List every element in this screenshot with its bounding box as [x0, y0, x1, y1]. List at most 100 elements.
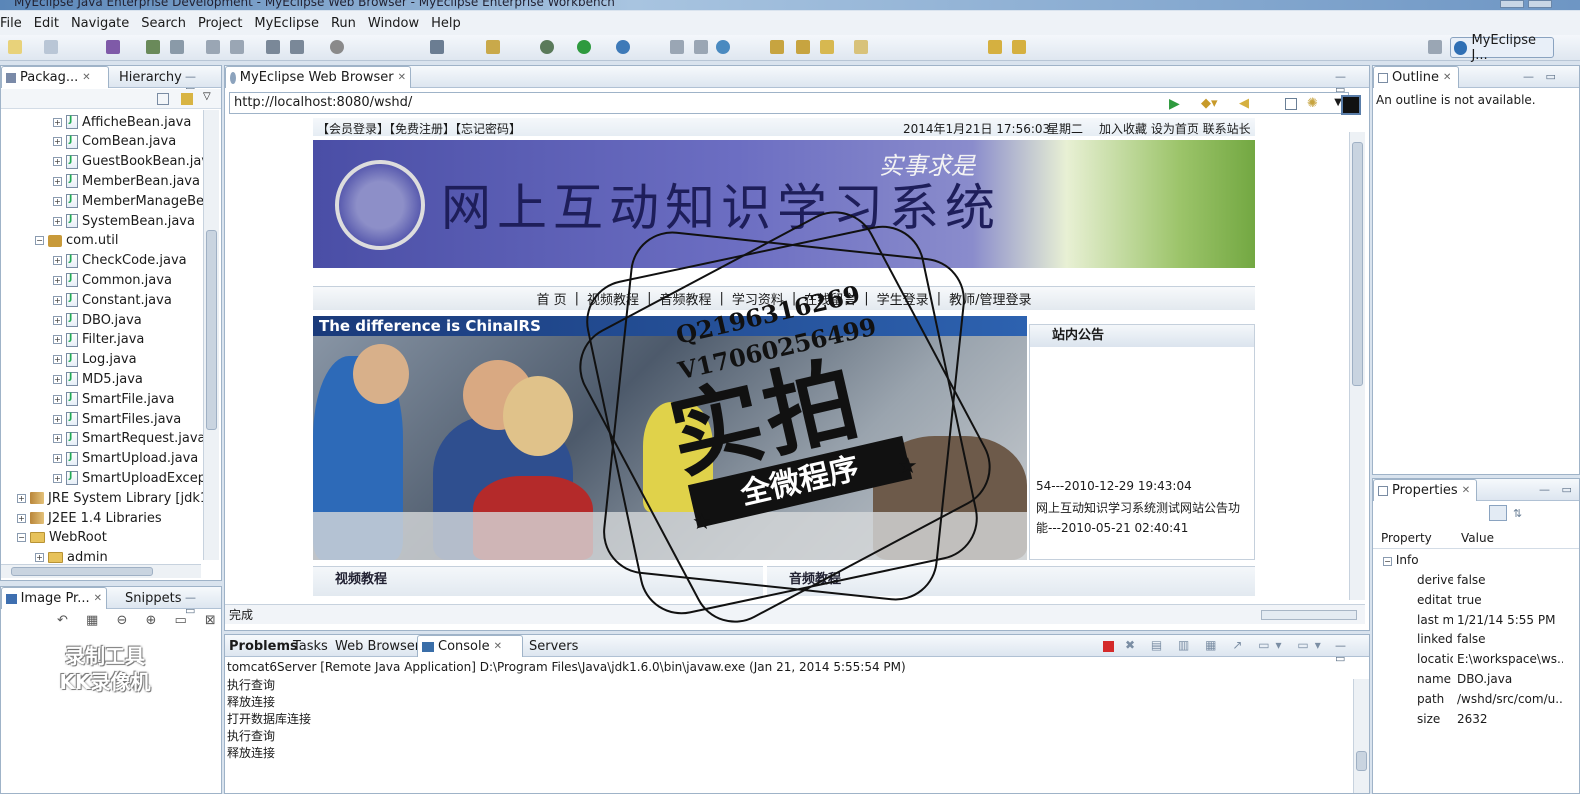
minimize-maximize-icons[interactable]: — ▭ — [1523, 70, 1560, 83]
db2-icon[interactable] — [290, 40, 304, 54]
grid-icon[interactable] — [694, 40, 708, 54]
run-icon[interactable] — [577, 40, 591, 54]
server-icon[interactable] — [170, 40, 184, 54]
property-row[interactable]: name DBO.java — [1373, 672, 1563, 692]
notice-item[interactable]: 网上互动知识学习系统测试网站公告功 — [1036, 499, 1240, 516]
property-row[interactable]: linked false — [1373, 632, 1563, 652]
properties-group[interactable]: − Info — [1383, 553, 1419, 567]
property-row[interactable]: size 2632 — [1373, 712, 1563, 732]
notice-item[interactable]: 54---2010-12-29 19:43:04 — [1036, 479, 1192, 493]
nav-home[interactable]: 首 页 — [533, 289, 571, 308]
menu-myeclipse[interactable]: MyEclipse — [248, 16, 325, 31]
close-icon[interactable]: ✕ — [1462, 485, 1470, 496]
package-tree-hscrollbar[interactable] — [1, 564, 201, 578]
back-icon[interactable]: ◆▾ — [1201, 96, 1218, 111]
nav-materials[interactable]: 学习资料 — [728, 289, 788, 308]
collapse-icon[interactable]: − — [1383, 557, 1392, 566]
tree-item[interactable]: + Constant.java — [53, 290, 172, 310]
expand-icon[interactable]: + — [53, 256, 62, 266]
globe-icon[interactable] — [330, 40, 344, 54]
tree-item[interactable]: + SmartUploadExcept — [53, 468, 205, 488]
property-row[interactable]: derive false — [1373, 573, 1563, 593]
console-toolbar-icons[interactable]: ✖ ▤ ▥ ▦ ↗ ▭▾ ▭▾ — [1125, 638, 1327, 652]
open-type-icon[interactable] — [430, 40, 444, 54]
search-folder-icon[interactable] — [820, 40, 834, 54]
web-page-scrollbar[interactable] — [1349, 132, 1365, 600]
expand-icon[interactable]: + — [53, 176, 62, 186]
image-preview-toolbar[interactable]: ↶ ▦ ⊖ ⊕ ▭ ⊠ ▽ — [57, 613, 251, 628]
open-perspective-icon[interactable] — [1428, 40, 1442, 54]
menu-edit[interactable]: Edit — [28, 16, 65, 31]
expand-icon[interactable]: + — [53, 374, 62, 384]
perspective-switcher[interactable]: MyEclipse J... — [1450, 33, 1554, 63]
jar-icon[interactable] — [106, 40, 120, 54]
menu-project[interactable]: Project — [192, 16, 248, 31]
terminate-icon[interactable] — [1103, 641, 1114, 652]
package-tree-scrollbar[interactable] — [203, 110, 219, 560]
expand-icon[interactable]: + — [53, 434, 62, 444]
task-icon[interactable] — [670, 40, 684, 54]
deploy-icon[interactable] — [146, 40, 160, 54]
tab-hierarchy[interactable]: Hierarchy — [115, 66, 186, 88]
expand-icon[interactable]: + — [53, 394, 62, 404]
expand-icon[interactable]: − — [35, 236, 44, 246]
expand-icon[interactable]: + — [53, 473, 62, 483]
collapse-all-icon[interactable] — [157, 93, 169, 105]
tree-item[interactable]: + Common.java — [53, 270, 172, 290]
tree-item[interactable]: + MD5.java — [53, 369, 143, 389]
nav-video[interactable]: 视频教程 — [583, 289, 643, 308]
forward-nav-icon[interactable] — [1012, 40, 1026, 54]
console-scrollbar[interactable] — [1353, 679, 1369, 793]
menu-file[interactable]: File — [0, 16, 28, 31]
close-icon[interactable]: ✕ — [494, 641, 502, 652]
filter-icon[interactable]: ⇅ — [1513, 507, 1522, 520]
back-nav-icon[interactable] — [988, 40, 1002, 54]
tree-item[interactable]: + CheckCode.java — [53, 251, 187, 271]
expand-icon[interactable]: + — [35, 553, 44, 563]
tree-item[interactable]: + SmartUpload.java — [53, 449, 198, 469]
tab-properties[interactable]: Properties ✕ — [1373, 479, 1477, 501]
tree-item[interactable]: + SmartFiles.java — [53, 409, 181, 429]
close-icon[interactable]: ✕ — [94, 593, 102, 604]
menu-window[interactable]: Window — [362, 16, 425, 31]
tab-outline[interactable]: Outline ✕ — [1373, 66, 1459, 88]
tree-item[interactable]: − com.util — [35, 231, 118, 251]
tree-item[interactable]: + Filter.java — [53, 330, 144, 350]
tree-item[interactable]: + SystemBean.java — [53, 211, 195, 231]
minimize-button[interactable] — [1500, 0, 1524, 8]
expand-icon[interactable]: + — [53, 275, 62, 285]
view-menu-icon[interactable]: ▽ — [203, 91, 211, 102]
link-editor-icon[interactable] — [181, 93, 193, 105]
property-row[interactable]: path/wshd/src/com/u... — [1373, 692, 1563, 712]
property-row[interactable]: locatic E:\workspace\ws... — [1373, 652, 1563, 672]
stop-icon[interactable] — [1285, 98, 1297, 110]
tab-web-browser-view[interactable]: Web Browser — [331, 635, 424, 657]
scrollbar-thumb[interactable] — [11, 567, 153, 576]
tree-item[interactable]: + GuestBookBean.jav — [53, 152, 205, 172]
tab-package-explorer[interactable]: Packag... ✕ — [1, 66, 109, 88]
tree-item[interactable]: + SmartRequest.java — [53, 429, 205, 449]
tab-servers[interactable]: Servers — [525, 635, 582, 657]
tab-snippets[interactable]: Snippets — [121, 587, 185, 609]
tab-web-browser[interactable]: MyEclipse Web Browser ✕ — [225, 66, 411, 88]
expand-icon[interactable]: + — [17, 493, 26, 503]
scrollbar-thumb[interactable] — [1356, 751, 1367, 771]
annotation-icon[interactable] — [854, 40, 868, 54]
tab-console[interactable]: Console ✕ — [417, 635, 523, 657]
db-icon[interactable] — [266, 40, 280, 54]
go-icon[interactable]: ▶ — [1169, 96, 1180, 112]
expand-icon[interactable]: + — [53, 216, 62, 226]
folder-open-icon[interactable] — [770, 40, 784, 54]
expand-icon[interactable]: + — [53, 454, 62, 464]
save-icon[interactable] — [44, 40, 58, 54]
expand-icon[interactable]: + — [53, 335, 62, 345]
menu-search[interactable]: Search — [135, 16, 192, 31]
expand-icon[interactable]: + — [53, 315, 62, 325]
close-icon[interactable]: ✕ — [82, 72, 90, 83]
close-icon[interactable]: ✕ — [398, 72, 406, 83]
menu-help[interactable]: Help — [425, 16, 467, 31]
new-class-icon[interactable] — [486, 40, 500, 54]
expand-icon[interactable]: + — [53, 295, 62, 305]
expand-icon[interactable]: + — [53, 414, 62, 424]
expand-icon[interactable]: + — [53, 157, 62, 167]
